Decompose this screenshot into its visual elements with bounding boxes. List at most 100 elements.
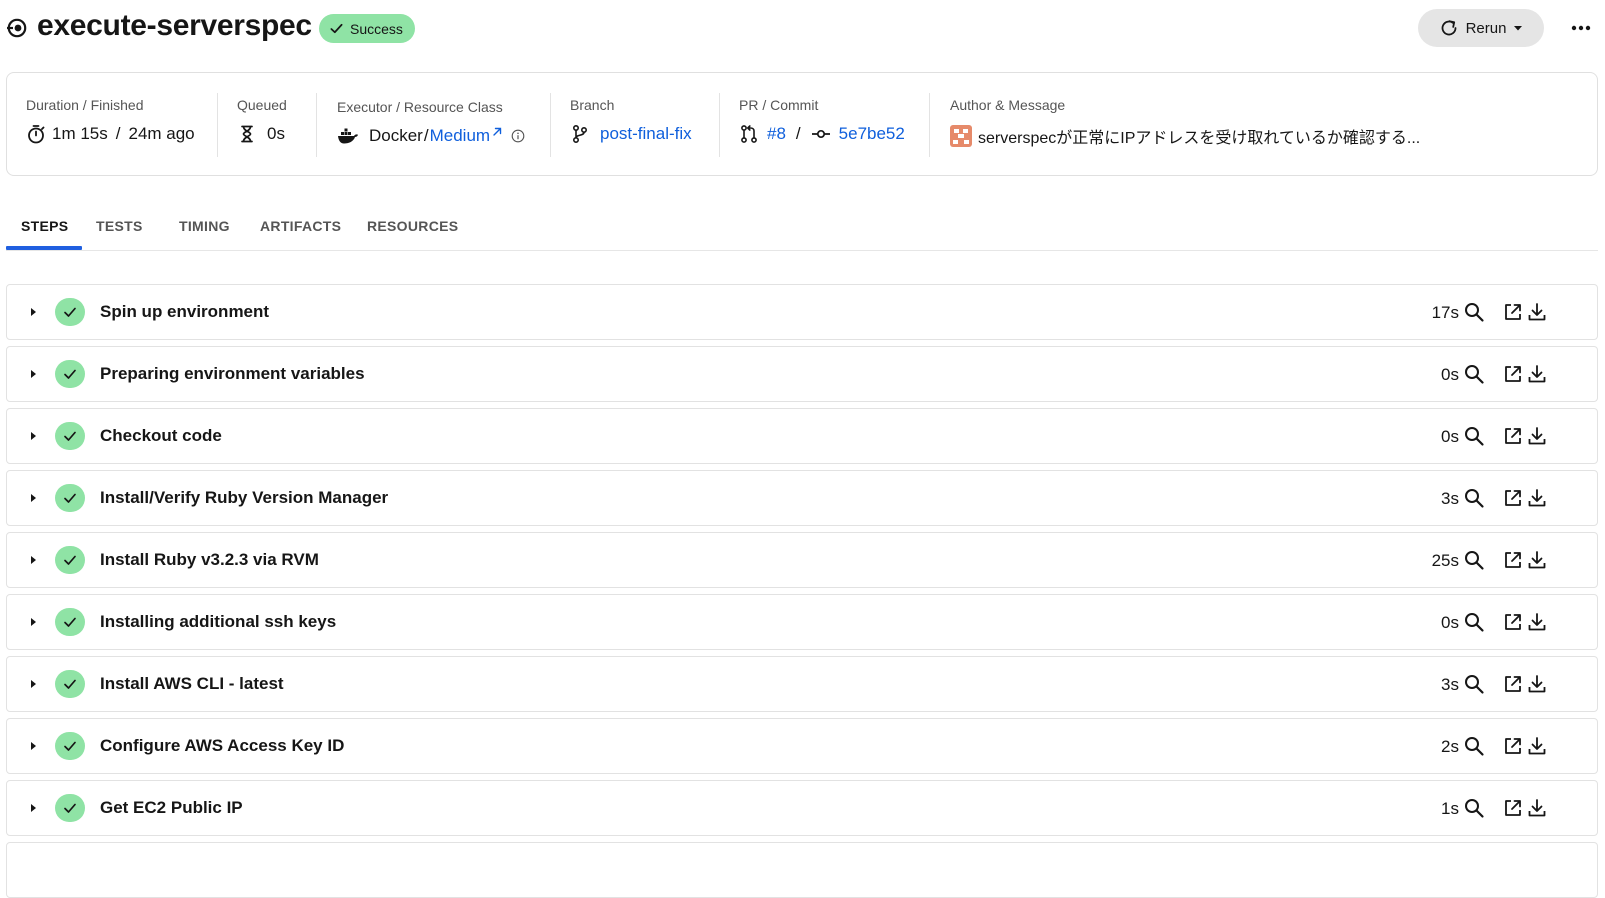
step-name: Install/Verify Ruby Version Manager (100, 488, 389, 507)
job-tabs: STEPS TESTS TIMING ARTIFACTS RESOURCES (6, 204, 1598, 251)
expand-caret-icon[interactable] (26, 429, 40, 443)
pr-commit-separator: / (795, 124, 801, 143)
checkmark-icon (330, 23, 343, 34)
step-success-icon (55, 608, 85, 636)
step-duration: 0s (1441, 365, 1459, 384)
step-name: Install AWS CLI - latest (100, 674, 284, 693)
commit-message[interactable]: serverspecが正常にIPアドレスを受け取れているか確認する... (978, 124, 1420, 148)
search-icon[interactable] (1463, 301, 1485, 323)
step-row[interactable]: Checkout code 0s (6, 408, 1598, 464)
resource-class-link[interactable]: Medium (430, 126, 490, 146)
rerun-label: Rerun (1465, 19, 1507, 37)
step-duration: 3s (1441, 675, 1459, 694)
commit-icon (811, 129, 830, 139)
step-success-icon (55, 546, 85, 574)
expand-caret-icon[interactable] (26, 801, 40, 815)
expand-caret-icon[interactable] (26, 677, 40, 691)
tab-steps[interactable]: STEPS (21, 218, 68, 234)
download-icon[interactable] (1526, 425, 1548, 447)
open-external-icon[interactable] (1502, 425, 1524, 447)
step-row[interactable]: Install/Verify Ruby Version Manager 3s (6, 470, 1598, 526)
open-external-icon[interactable] (1502, 797, 1524, 819)
search-icon[interactable] (1463, 487, 1485, 509)
open-external-icon[interactable] (1502, 301, 1524, 323)
open-external-icon[interactable] (1502, 611, 1524, 633)
expand-caret-icon[interactable] (26, 305, 40, 319)
download-icon[interactable] (1526, 673, 1548, 695)
search-icon[interactable] (1463, 673, 1485, 695)
tab-artifacts[interactable]: ARTIFACTS (260, 218, 341, 234)
step-duration: 17s (1431, 303, 1459, 322)
open-external-icon[interactable] (1502, 673, 1524, 695)
download-icon[interactable] (1526, 549, 1548, 571)
step-success-icon (55, 360, 85, 388)
expand-caret-icon[interactable] (26, 491, 40, 505)
duration-value: 1m 15s (52, 124, 108, 143)
search-icon[interactable] (1463, 363, 1485, 385)
status-badge: Success (319, 14, 415, 43)
rerun-icon (1441, 20, 1456, 36)
more-menu-button[interactable] (1568, 14, 1594, 42)
divider (550, 93, 551, 157)
step-success-icon (55, 484, 85, 512)
author-label: Author & Message (950, 97, 1066, 113)
branch-link[interactable]: post-final-fix (600, 124, 692, 144)
step-duration: 2s (1441, 737, 1459, 756)
open-external-icon[interactable] (1502, 549, 1524, 571)
tab-resources[interactable]: RESOURCES (367, 218, 458, 234)
step-duration: 0s (1441, 613, 1459, 632)
stopwatch-icon (28, 125, 45, 144)
duration-label: Duration / Finished (26, 97, 144, 113)
download-icon[interactable] (1526, 735, 1548, 757)
divider (719, 93, 720, 157)
step-duration: 1s (1441, 799, 1459, 818)
job-summary-card: Duration / Finished 1m 15s / 24m ago Que… (6, 72, 1598, 176)
download-icon[interactable] (1526, 487, 1548, 509)
step-row[interactable]: Get EC2 Public IP 1s (6, 780, 1598, 836)
info-icon[interactable] (511, 129, 525, 143)
search-icon[interactable] (1463, 425, 1485, 447)
tab-tests[interactable]: TESTS (96, 218, 143, 234)
pr-link[interactable]: #8 (767, 124, 786, 144)
step-name: Installing additional ssh keys (100, 612, 337, 631)
duration-separator: / (115, 124, 121, 143)
step-row[interactable]: Preparing environment variables 0s (6, 346, 1598, 402)
download-icon[interactable] (1526, 611, 1548, 633)
expand-caret-icon[interactable] (26, 739, 40, 753)
expand-caret-icon[interactable] (26, 367, 40, 381)
expand-caret-icon[interactable] (26, 553, 40, 567)
divider (217, 93, 218, 157)
step-row[interactable]: Installing additional ssh keys 0s (6, 594, 1598, 650)
executor-separator: / (423, 126, 429, 145)
commit-link[interactable]: 5e7be52 (839, 124, 905, 144)
search-icon[interactable] (1463, 735, 1485, 757)
job-header: execute-serverspec Success Rerun (0, 0, 1605, 58)
external-link-icon (493, 127, 502, 136)
step-row[interactable]: Install AWS CLI - latest 3s (6, 656, 1598, 712)
avatar (950, 125, 972, 147)
executor-label: Executor / Resource Class (337, 99, 503, 115)
step-duration: 3s (1441, 489, 1459, 508)
open-external-icon[interactable] (1502, 487, 1524, 509)
download-icon[interactable] (1526, 797, 1548, 819)
download-icon[interactable] (1526, 363, 1548, 385)
expand-caret-icon[interactable] (26, 615, 40, 629)
search-icon[interactable] (1463, 549, 1485, 571)
open-external-icon[interactable] (1502, 735, 1524, 757)
open-external-icon[interactable] (1502, 363, 1524, 385)
more-dots-icon (1571, 25, 1591, 31)
download-icon[interactable] (1526, 301, 1548, 323)
executor-value: Docker (369, 126, 423, 145)
tab-timing[interactable]: TIMING (179, 218, 230, 234)
branch-label: Branch (570, 97, 615, 113)
step-row[interactable]: Spin up environment 17s (6, 284, 1598, 340)
step-row-partial (6, 842, 1598, 898)
step-success-icon (55, 670, 85, 698)
hourglass-icon (241, 125, 253, 143)
step-success-icon (55, 732, 85, 760)
step-row[interactable]: Install Ruby v3.2.3 via RVM 25s (6, 532, 1598, 588)
search-icon[interactable] (1463, 797, 1485, 819)
search-icon[interactable] (1463, 611, 1485, 633)
step-row[interactable]: Configure AWS Access Key ID 2s (6, 718, 1598, 774)
rerun-button[interactable]: Rerun (1418, 9, 1544, 47)
